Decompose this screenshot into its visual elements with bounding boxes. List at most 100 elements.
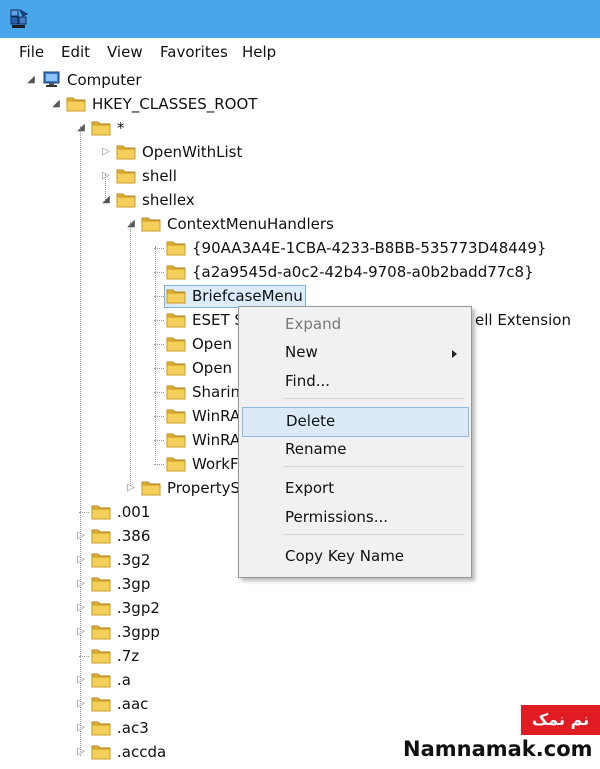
tree-label[interactable]: Sharin xyxy=(192,382,240,402)
tree-row[interactable]: BriefcaseMenu xyxy=(0,284,600,308)
expand-arrow-icon[interactable]: ▷ xyxy=(75,740,87,764)
tree-row[interactable]: ◢ shellex xyxy=(0,188,600,212)
expand-arrow-icon[interactable]: ▷ xyxy=(100,140,112,164)
tree-label[interactable]: {a2a9545d-a0c2-42b4-9708-a0b2badd77c8} xyxy=(192,262,534,282)
folder-icon xyxy=(91,575,111,592)
menu-help[interactable]: Help xyxy=(242,43,276,61)
folder-icon xyxy=(166,455,186,472)
registry-editor-icon xyxy=(10,8,29,28)
submenu-arrow-icon xyxy=(452,350,457,358)
menu-file[interactable]: File xyxy=(19,43,44,61)
folder-icon xyxy=(91,527,111,544)
menu-separator xyxy=(283,534,465,535)
tree-label[interactable]: shellex xyxy=(142,190,195,210)
menu-item-delete[interactable]: Delete xyxy=(242,407,469,437)
tree-label[interactable]: ESET S xyxy=(192,310,244,330)
folder-icon xyxy=(91,599,111,616)
menu-item-label: New xyxy=(285,343,318,361)
tree-label[interactable]: WinRA xyxy=(192,406,240,426)
tree-label[interactable]: .3gp2 xyxy=(117,598,160,618)
tree-label[interactable]: .ac3 xyxy=(117,718,149,738)
collapse-arrow-icon[interactable]: ◢ xyxy=(125,212,137,236)
tree-row[interactable]: ▷ .aac xyxy=(0,692,600,716)
tree-label[interactable]: BriefcaseMenu xyxy=(192,286,303,306)
tree-label[interactable]: Open xyxy=(192,358,232,378)
tree-label[interactable]: Computer xyxy=(67,70,142,90)
tree-label[interactable]: {90AA3A4E-1CBA-4233-B8BB-535773D48449} xyxy=(192,238,546,258)
menu-favorites[interactable]: Favorites xyxy=(160,43,228,61)
expand-arrow-icon[interactable]: ▷ xyxy=(75,596,87,620)
watermark-badge: نم نمک xyxy=(521,705,600,735)
menu-item-rename[interactable]: Rename xyxy=(239,436,471,464)
tree-row[interactable]: ▷ .3gpp xyxy=(0,620,600,644)
tree-label[interactable]: .3g2 xyxy=(117,550,150,570)
tree-row[interactable]: ◢ HKEY_CLASSES_ROOT xyxy=(0,92,600,116)
menu-item-copy-key-name[interactable]: Copy Key Name xyxy=(239,543,471,571)
tree-label[interactable]: .a xyxy=(117,670,131,690)
folder-icon xyxy=(116,191,136,208)
tree-label[interactable]: HKEY_CLASSES_ROOT xyxy=(92,94,257,114)
folder-icon xyxy=(166,311,186,328)
tree-row[interactable]: ◢ * xyxy=(0,116,600,140)
tree-row[interactable]: ▷ OpenWithList xyxy=(0,140,600,164)
tree-row[interactable]: ◢ ContextMenuHandlers xyxy=(0,212,600,236)
collapse-arrow-icon[interactable]: ◢ xyxy=(25,68,37,92)
menu-item-find[interactable]: Find... xyxy=(239,368,471,396)
tree-label[interactable]: shell xyxy=(142,166,177,186)
menu-item-expand: Expand xyxy=(239,311,471,339)
tree-guide-line xyxy=(105,174,106,200)
tree-label[interactable]: ContextMenuHandlers xyxy=(167,214,334,234)
tree-label[interactable]: .7z xyxy=(117,646,139,666)
folder-icon xyxy=(91,719,111,736)
tree-row[interactable]: {90AA3A4E-1CBA-4233-B8BB-535773D48449} xyxy=(0,236,600,260)
tree-row[interactable]: ▷ .3gp2 xyxy=(0,596,600,620)
expand-arrow-icon[interactable]: ▷ xyxy=(75,716,87,740)
tree-label[interactable]: WorkF xyxy=(192,454,239,474)
expand-arrow-icon[interactable]: ▷ xyxy=(125,476,137,500)
menu-edit[interactable]: Edit xyxy=(61,43,90,61)
expand-arrow-icon[interactable]: ▷ xyxy=(75,620,87,644)
menu-item-label: Expand xyxy=(285,315,342,333)
tree-label[interactable]: Open xyxy=(192,334,232,354)
folder-icon xyxy=(166,287,186,304)
expand-arrow-icon[interactable]: ▷ xyxy=(75,548,87,572)
expand-arrow-icon[interactable]: ▷ xyxy=(100,164,112,188)
folder-icon xyxy=(141,479,161,496)
computer-icon xyxy=(41,71,61,88)
menu-item-label: Find... xyxy=(285,372,331,390)
tree-row[interactable]: {a2a9545d-a0c2-42b4-9708-a0b2badd77c8} xyxy=(0,260,600,284)
expand-arrow-icon[interactable]: ▷ xyxy=(75,692,87,716)
tree-label[interactable]: .3gpp xyxy=(117,622,160,642)
folder-icon xyxy=(141,215,161,232)
menu-item-label: Rename xyxy=(285,440,347,458)
tree-label[interactable]: OpenWithList xyxy=(142,142,242,162)
tree-row[interactable]: .7z xyxy=(0,644,600,668)
tree-row[interactable]: ▷ shell xyxy=(0,164,600,188)
tree-label[interactable]: .001 xyxy=(117,502,150,522)
menu-item-permissions[interactable]: Permissions... xyxy=(239,504,471,532)
collapse-arrow-icon[interactable]: ◢ xyxy=(100,188,112,212)
expand-arrow-icon[interactable]: ▷ xyxy=(75,668,87,692)
tree-label[interactable]: WinRA xyxy=(192,430,240,450)
tree-label[interactable]: PropertyS xyxy=(167,478,240,498)
menu-item-export[interactable]: Export xyxy=(239,475,471,503)
tree-row[interactable]: ▷ .a xyxy=(0,668,600,692)
menu-view[interactable]: View xyxy=(107,43,143,61)
folder-icon xyxy=(166,383,186,400)
folder-icon xyxy=(66,95,86,112)
tree-label[interactable]: .386 xyxy=(117,526,150,546)
watermark-site: Namnamak.com xyxy=(403,737,593,761)
collapse-arrow-icon[interactable]: ◢ xyxy=(50,92,62,116)
folder-icon xyxy=(166,263,186,280)
title-bar xyxy=(0,0,600,38)
tree-label[interactable]: .aac xyxy=(117,694,148,714)
expand-arrow-icon[interactable]: ▷ xyxy=(75,572,87,596)
tree-label[interactable]: .accda xyxy=(117,742,166,762)
tree-label[interactable]: .3gp xyxy=(117,574,150,594)
collapse-arrow-icon[interactable]: ◢ xyxy=(75,116,87,140)
folder-icon xyxy=(116,167,136,184)
tree-row[interactable]: ◢ Computer xyxy=(0,68,600,92)
tree-label[interactable]: * xyxy=(117,118,125,138)
expand-arrow-icon[interactable]: ▷ xyxy=(75,524,87,548)
menu-item-new[interactable]: New xyxy=(239,339,471,367)
